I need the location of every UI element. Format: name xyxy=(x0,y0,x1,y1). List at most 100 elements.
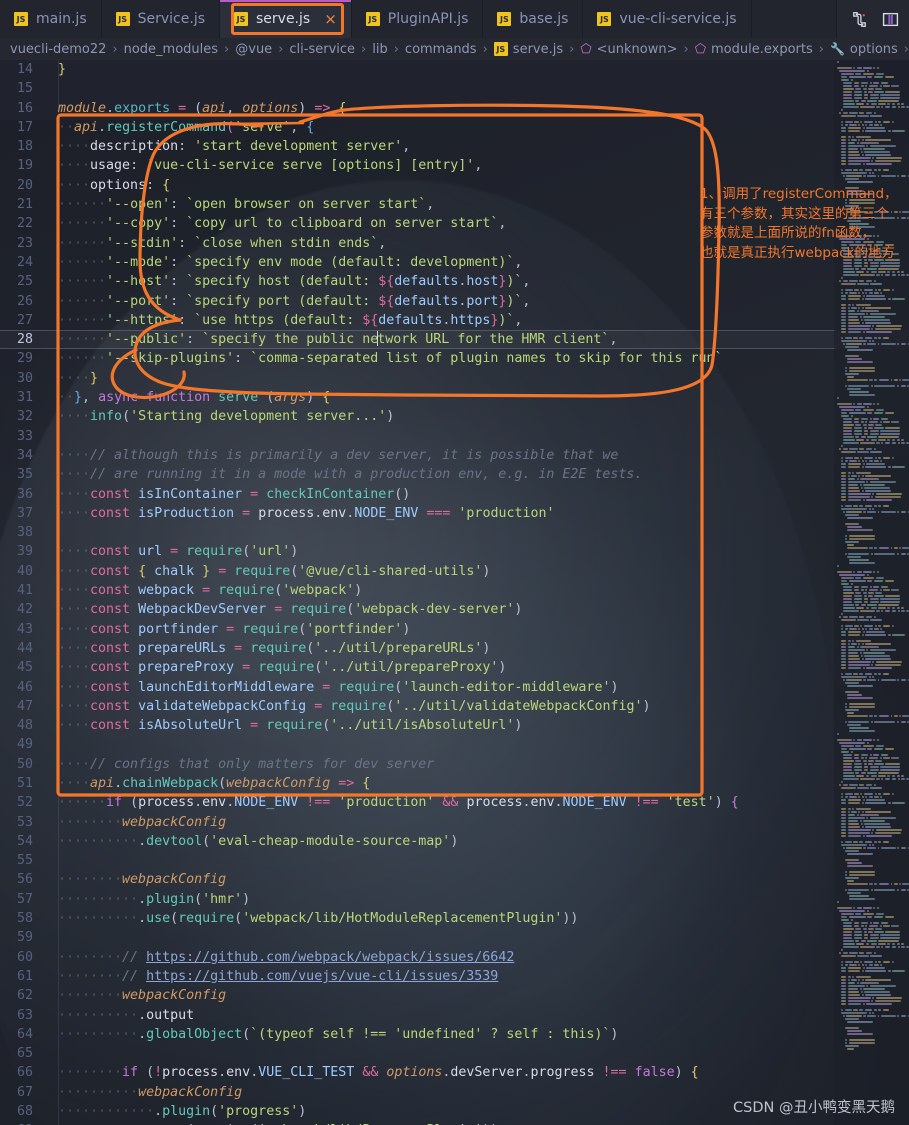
code-line[interactable]: 55 xyxy=(0,851,909,870)
line-number: 61 xyxy=(16,968,33,984)
line-number: 51 xyxy=(16,775,33,791)
tab-serve-js[interactable]: JS serve.js × xyxy=(220,0,352,38)
more-actions-icon[interactable] xyxy=(882,11,899,28)
breadcrumb-item-options[interactable]: 🔧 options xyxy=(830,42,898,57)
line-number: 46 xyxy=(16,679,33,695)
code-line[interactable]: 17 ··api.registerCommand('serve', { xyxy=(0,118,909,137)
breadcrumb-item-commands[interactable]: commands xyxy=(405,42,477,57)
code-line[interactable]: 66 ········if (!process.env.VUE_CLI_TEST … xyxy=(0,1063,909,1082)
line-number: 20 xyxy=(16,177,33,193)
close-icon[interactable]: × xyxy=(324,10,337,28)
breadcrumb-label: @vue xyxy=(235,41,273,57)
code-line[interactable]: 64 ··········.globalObject(`(typeof self … xyxy=(0,1025,909,1044)
symbol-wrench-icon: 🔧 xyxy=(829,42,845,56)
breadcrumb: vuecli-demo22 › node_modules › @vue › cl… xyxy=(0,38,909,60)
code-line[interactable]: 47 ····const validateWebpackConfig = requ… xyxy=(0,697,909,716)
code-line-current[interactable]: 28 ······'--public': `specify the public … xyxy=(0,330,909,350)
code-line[interactable]: 68 ············.plugin('progress') xyxy=(0,1102,909,1121)
code-line[interactable]: 58 ··········.use(require('webpack/lib/Ho… xyxy=(0,909,909,928)
code-line[interactable]: 59 xyxy=(0,928,909,947)
tab-base-js[interactable]: JS base.js xyxy=(483,0,584,38)
code-editor[interactable]: 14} 15 16 module.exports = (api, options)… xyxy=(0,60,909,1125)
code-line[interactable]: 52 ······if (process.env.NODE_ENV !== 'pr… xyxy=(0,793,909,812)
code-line[interactable]: 30 ····} xyxy=(0,369,909,388)
line-number: 26 xyxy=(16,293,33,309)
code-line[interactable]: 62 ········webpackConfig xyxy=(0,986,909,1005)
code-line[interactable]: 37 ····const isProduction = process.env.N… xyxy=(0,504,909,523)
line-number: 33 xyxy=(16,428,33,444)
code-line[interactable]: 19 ····usage: 'vue-cli-service serve [opt… xyxy=(0,156,909,175)
code-line[interactable]: 67 ··········webpackConfig xyxy=(0,1083,909,1102)
code-line[interactable]: 65 xyxy=(0,1044,909,1063)
breadcrumb-item-unknown[interactable]: ⬠ <unknown> xyxy=(580,42,677,57)
code-line[interactable]: 51 ····api.chainWebpack(webpackConfig => … xyxy=(0,774,909,793)
code-line[interactable]: 24 ······'--mode': `specify env mode (def… xyxy=(0,253,909,272)
code-line[interactable]: 15 xyxy=(0,79,909,98)
breadcrumb-item-module-exports[interactable]: ⬠ module.exports xyxy=(695,42,813,57)
gutter-divider xyxy=(58,60,59,1125)
tab-label: Service.js xyxy=(137,11,205,27)
vscode-window: JS main.js JS Service.js JS serve.js × J… xyxy=(0,0,909,1125)
code-line[interactable]: 41 ····const webpack = require('webpack') xyxy=(0,581,909,600)
code-line[interactable]: 36 ····const isInContainer = checkInConta… xyxy=(0,485,909,504)
code-lines[interactable]: 14} 15 16 module.exports = (api, options)… xyxy=(0,60,909,1125)
code-line[interactable]: 25 ······'--host': `specify host (default… xyxy=(0,272,909,291)
code-line[interactable]: 22 ······'--copy': `copy url to clipboard… xyxy=(0,214,909,233)
code-line[interactable]: 26 ······'--port': `specify port (default… xyxy=(0,292,909,311)
editor-minimap[interactable] xyxy=(834,60,909,1125)
code-line[interactable]: 27 ······'--https': `use https (default: … xyxy=(0,311,909,330)
breadcrumb-separator: › xyxy=(903,41,909,57)
breadcrumb-item-at-vue[interactable]: @vue xyxy=(235,42,272,57)
code-line[interactable]: 45 ····const prepareProxy = require('../u… xyxy=(0,658,909,677)
line-number: 53 xyxy=(16,814,33,830)
line-number: 54 xyxy=(16,833,33,849)
line-number: 23 xyxy=(16,235,33,251)
breadcrumb-item-node-modules[interactable]: node_modules xyxy=(124,42,218,57)
code-line[interactable]: 49 xyxy=(0,735,909,754)
code-line[interactable]: 54 ··········.devtool('eval-cheap-module-… xyxy=(0,832,909,851)
code-line[interactable]: 61 ········// https://github.com/vuejs/vu… xyxy=(0,967,909,986)
code-line[interactable]: 21 ······'--open': `open browser on serve… xyxy=(0,195,909,214)
code-line[interactable]: 43 ····const portfinder = require('portfi… xyxy=(0,620,909,639)
code-line[interactable]: 39 ····const url = require('url') xyxy=(0,542,909,561)
line-number: 67 xyxy=(16,1084,33,1100)
tab-label: PluginAPI.js xyxy=(387,11,469,27)
tab-pluginapi-js[interactable]: JS PluginAPI.js xyxy=(351,0,484,38)
breadcrumb-item-vuecli-demo22[interactable]: vuecli-demo22 xyxy=(10,42,106,57)
code-line[interactable]: 33 xyxy=(0,427,909,446)
code-line[interactable]: 69············.use(require('webpack/lib/… xyxy=(0,1121,909,1125)
code-line[interactable]: 38 xyxy=(0,523,909,542)
code-line[interactable]: 31 ··}, async function serve (args) { xyxy=(0,388,909,407)
code-line[interactable]: 29 ······'--skip-plugins': `comma-separat… xyxy=(0,349,909,368)
tab-vue-cli-service-js[interactable]: JS vue-cli-service.js xyxy=(583,0,752,38)
code-line[interactable]: 56 ········webpackConfig xyxy=(0,870,909,889)
split-editor-right-icon[interactable] xyxy=(851,11,868,28)
code-line[interactable]: 46 ····const launchEditorMiddleware = req… xyxy=(0,678,909,697)
code-line[interactable]: 53 ········webpackConfig xyxy=(0,813,909,832)
code-line[interactable]: 32 ····info('Starting development server.… xyxy=(0,407,909,426)
code-line[interactable]: 48 ····const isAbsoluteUrl = require('../… xyxy=(0,716,909,735)
breadcrumb-item-lib[interactable]: lib xyxy=(372,42,387,57)
code-line[interactable]: 60 ········// https://github.com/webpack/… xyxy=(0,948,909,967)
tab-label: vue-cli-service.js xyxy=(619,11,737,27)
code-line[interactable]: 40 ····const { chalk } = require('@vue/cl… xyxy=(0,562,909,581)
code-line[interactable]: 14} xyxy=(0,60,909,79)
breadcrumb-item-cli-service[interactable]: cli-service xyxy=(289,42,355,57)
code-line[interactable]: 44 ····const prepareURLs = require('../ut… xyxy=(0,639,909,658)
code-line[interactable]: 20 ····options: { xyxy=(0,176,909,195)
code-line[interactable]: 57 ··········.plugin('hmr') xyxy=(0,890,909,909)
code-line[interactable]: 63 ··········.output xyxy=(0,1006,909,1025)
breadcrumb-item-serve-js[interactable]: JS serve.js xyxy=(493,42,563,57)
editor-actions xyxy=(837,0,909,38)
code-line[interactable]: 35 ····// are running it in a mode with a… xyxy=(0,465,909,484)
tab-main-js[interactable]: JS main.js xyxy=(0,0,102,38)
code-line[interactable]: 23 ······'--stdin': `close when stdin end… xyxy=(0,234,909,253)
breadcrumb-separator: › xyxy=(482,41,488,57)
code-line[interactable]: 18 ····description: 'start development se… xyxy=(0,137,909,156)
code-line[interactable]: 50 ····// configs that only matters for d… xyxy=(0,755,909,774)
tab-service-js[interactable]: JS Service.js xyxy=(101,0,220,38)
code-line[interactable]: 16 module.exports = (api, options) => { xyxy=(0,99,909,118)
line-number: 21 xyxy=(16,197,33,213)
code-line[interactable]: 34 ····// although this is primarily a de… xyxy=(0,446,909,465)
code-line[interactable]: 42 ····const WebpackDevServer = require('… xyxy=(0,600,909,619)
